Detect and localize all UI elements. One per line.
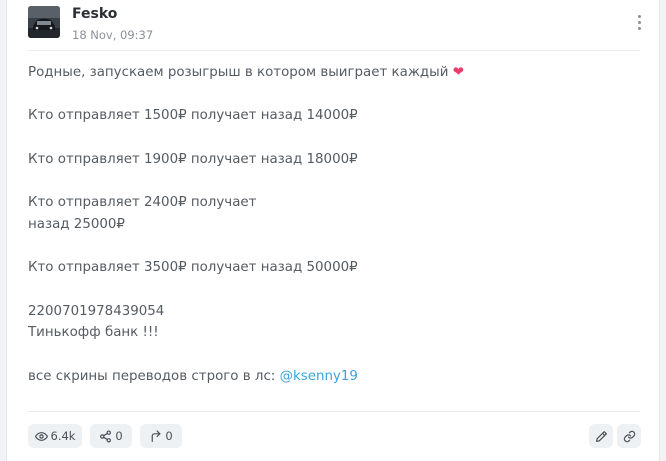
- post-text: Родные, запускаем розыгрыш в котором выи…: [28, 62, 628, 387]
- text-line: Родные, запускаем розыгрыш в котором выи…: [28, 65, 464, 80]
- text-line: [28, 170, 628, 192]
- repost-arrow-icon: [151, 429, 161, 442]
- text-line: назад 25000₽: [28, 216, 125, 232]
- copy-link-button[interactable]: [617, 424, 641, 448]
- text-line: [28, 84, 628, 106]
- shares-count: 0: [115, 429, 123, 443]
- text-line: [28, 344, 628, 366]
- header-divider: [28, 50, 640, 51]
- reposts-count: 0: [165, 429, 173, 443]
- author-name[interactable]: Fesko: [72, 6, 117, 22]
- text-line: Кто отправляет 1900₽ получает назад 1800…: [28, 151, 358, 167]
- pencil-icon: [595, 430, 607, 442]
- avatar[interactable]: [28, 6, 60, 38]
- text-line: Кто отправляет 1500₽ получает назад 1400…: [28, 108, 358, 124]
- text-line: 2200701978439054: [28, 303, 165, 319]
- edit-button[interactable]: [589, 424, 613, 448]
- text-line: Кто отправляет 3500₽ получает назад 5000…: [28, 260, 358, 276]
- text-line: [28, 236, 628, 258]
- post-date[interactable]: 18 Nov, 09:37: [72, 28, 153, 42]
- kebab-icon[interactable]: [629, 12, 649, 32]
- text-line: Тинькофф банк !!!: [28, 325, 159, 341]
- text-line: все скрины переводов строго в лс: @ksenn…: [28, 368, 358, 384]
- text-line: [28, 279, 628, 301]
- post-card: Fesko 18 Nov, 09:37 Родные, запускаем ро…: [6, 0, 660, 461]
- share-button[interactable]: 0: [90, 424, 132, 448]
- text-line: Кто отправляет 2400₽ получает: [28, 195, 257, 211]
- mention-link[interactable]: @ksenny19: [280, 369, 358, 384]
- link-icon: [623, 430, 635, 442]
- heart-emoji-icon: ❤: [452, 65, 464, 80]
- repost-button[interactable]: 0: [140, 424, 182, 448]
- share-icon: [100, 429, 112, 443]
- footer-divider: [28, 411, 640, 412]
- text-line: [28, 127, 628, 149]
- eye-icon: [34, 431, 48, 441]
- views-button[interactable]: 6.4k: [28, 424, 82, 448]
- views-count: 6.4k: [50, 429, 76, 443]
